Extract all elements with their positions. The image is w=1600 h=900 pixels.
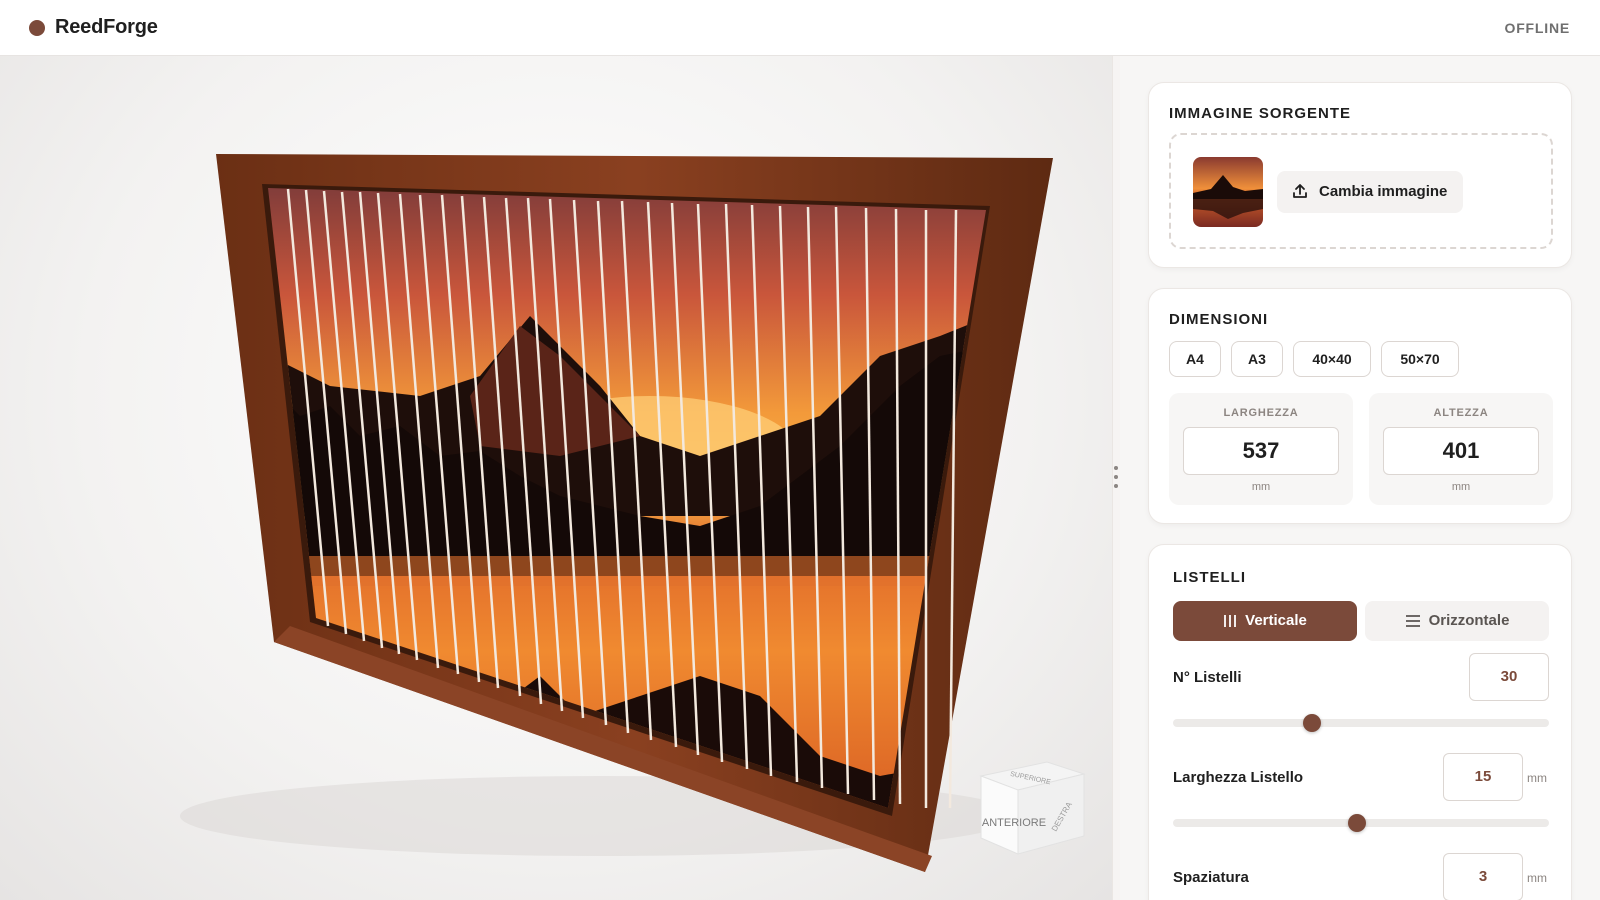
- vertical-lines-icon: [1224, 615, 1237, 628]
- height-input[interactable]: 401: [1383, 427, 1539, 475]
- dimensions-card: DIMENSIONI A4 A3 40×40 50×70 LARGHEZZA 5…: [1148, 288, 1572, 524]
- top-bar: ReedForge OFFLINE: [0, 0, 1600, 56]
- width-unit: mm: [1251, 481, 1271, 493]
- orientation-vertical-label: Verticale: [1245, 612, 1307, 629]
- 3d-scene[interactable]: SUPERIORE ANTERIORE DESTRA: [0, 56, 1112, 900]
- orientation-horizontal-button[interactable]: Orizzontale: [1365, 601, 1549, 641]
- view-cube[interactable]: SUPERIORE ANTERIORE DESTRA: [979, 761, 1086, 855]
- preset-a3-button[interactable]: A3: [1231, 341, 1283, 377]
- brand-logo-dot: [29, 20, 45, 36]
- source-image-thumbnail: [1193, 157, 1263, 227]
- 3d-viewport[interactable]: SUPERIORE ANTERIORE DESTRA: [0, 56, 1112, 900]
- width-input[interactable]: 537: [1183, 427, 1339, 475]
- slats-card: LISTELLI Verticale Orizzontale N° Listel…: [1148, 544, 1572, 900]
- preset-a4-button[interactable]: A4: [1169, 341, 1221, 377]
- change-image-button[interactable]: Cambia immagine: [1277, 171, 1464, 213]
- preset-40x40-button[interactable]: 40×40: [1293, 341, 1371, 377]
- dimensions-title: DIMENSIONI: [1169, 311, 1269, 328]
- source-image-title: IMMAGINE SORGENTE: [1169, 105, 1352, 122]
- upload-icon: [1293, 184, 1307, 198]
- height-box: ALTEZZA 401 mm: [1369, 393, 1553, 505]
- width-label: LARGHEZZA: [1223, 407, 1299, 419]
- slat-count-slider-thumb[interactable]: [1303, 714, 1322, 732]
- slat-width-label: Larghezza Listello: [1173, 769, 1304, 786]
- height-unit: mm: [1451, 481, 1471, 493]
- width-box: LARGHEZZA 537 mm: [1169, 393, 1353, 505]
- spacing-label: Spaziatura: [1173, 869, 1249, 886]
- change-image-label: Cambia immagine: [1319, 183, 1448, 200]
- preset-50x70-button[interactable]: 50×70: [1381, 341, 1459, 377]
- slat-width-input[interactable]: 15: [1443, 753, 1523, 801]
- slat-count-input[interactable]: 30: [1469, 653, 1549, 701]
- orientation-vertical-button[interactable]: Verticale: [1173, 601, 1357, 641]
- slat-count-slider[interactable]: [1173, 719, 1549, 727]
- connection-status: OFFLINE: [1504, 20, 1570, 36]
- orientation-horizontal-label: Orizzontale: [1428, 612, 1510, 629]
- height-label: ALTEZZA: [1433, 407, 1489, 419]
- horizontal-lines-icon: [1405, 615, 1420, 627]
- splitter-grip-icon[interactable]: [1113, 466, 1119, 494]
- spacing-unit: mm: [1527, 871, 1547, 885]
- settings-panel: IMMAGINE SORGENTE Cambia immagine DIMENS…: [1120, 56, 1600, 900]
- app-name: ReedForge: [55, 16, 158, 38]
- slat-count-label: N° Listelli: [1173, 669, 1242, 686]
- slat-width-slider-thumb[interactable]: [1348, 814, 1367, 832]
- slat-width-unit: mm: [1527, 771, 1547, 785]
- image-drop-zone[interactable]: Cambia immagine: [1169, 133, 1553, 249]
- spacing-input[interactable]: 3: [1443, 853, 1523, 900]
- slats-title: LISTELLI: [1173, 569, 1246, 586]
- view-cube-front-label[interactable]: ANTERIORE: [982, 817, 1046, 829]
- source-image-card: IMMAGINE SORGENTE Cambia immagine: [1148, 82, 1572, 268]
